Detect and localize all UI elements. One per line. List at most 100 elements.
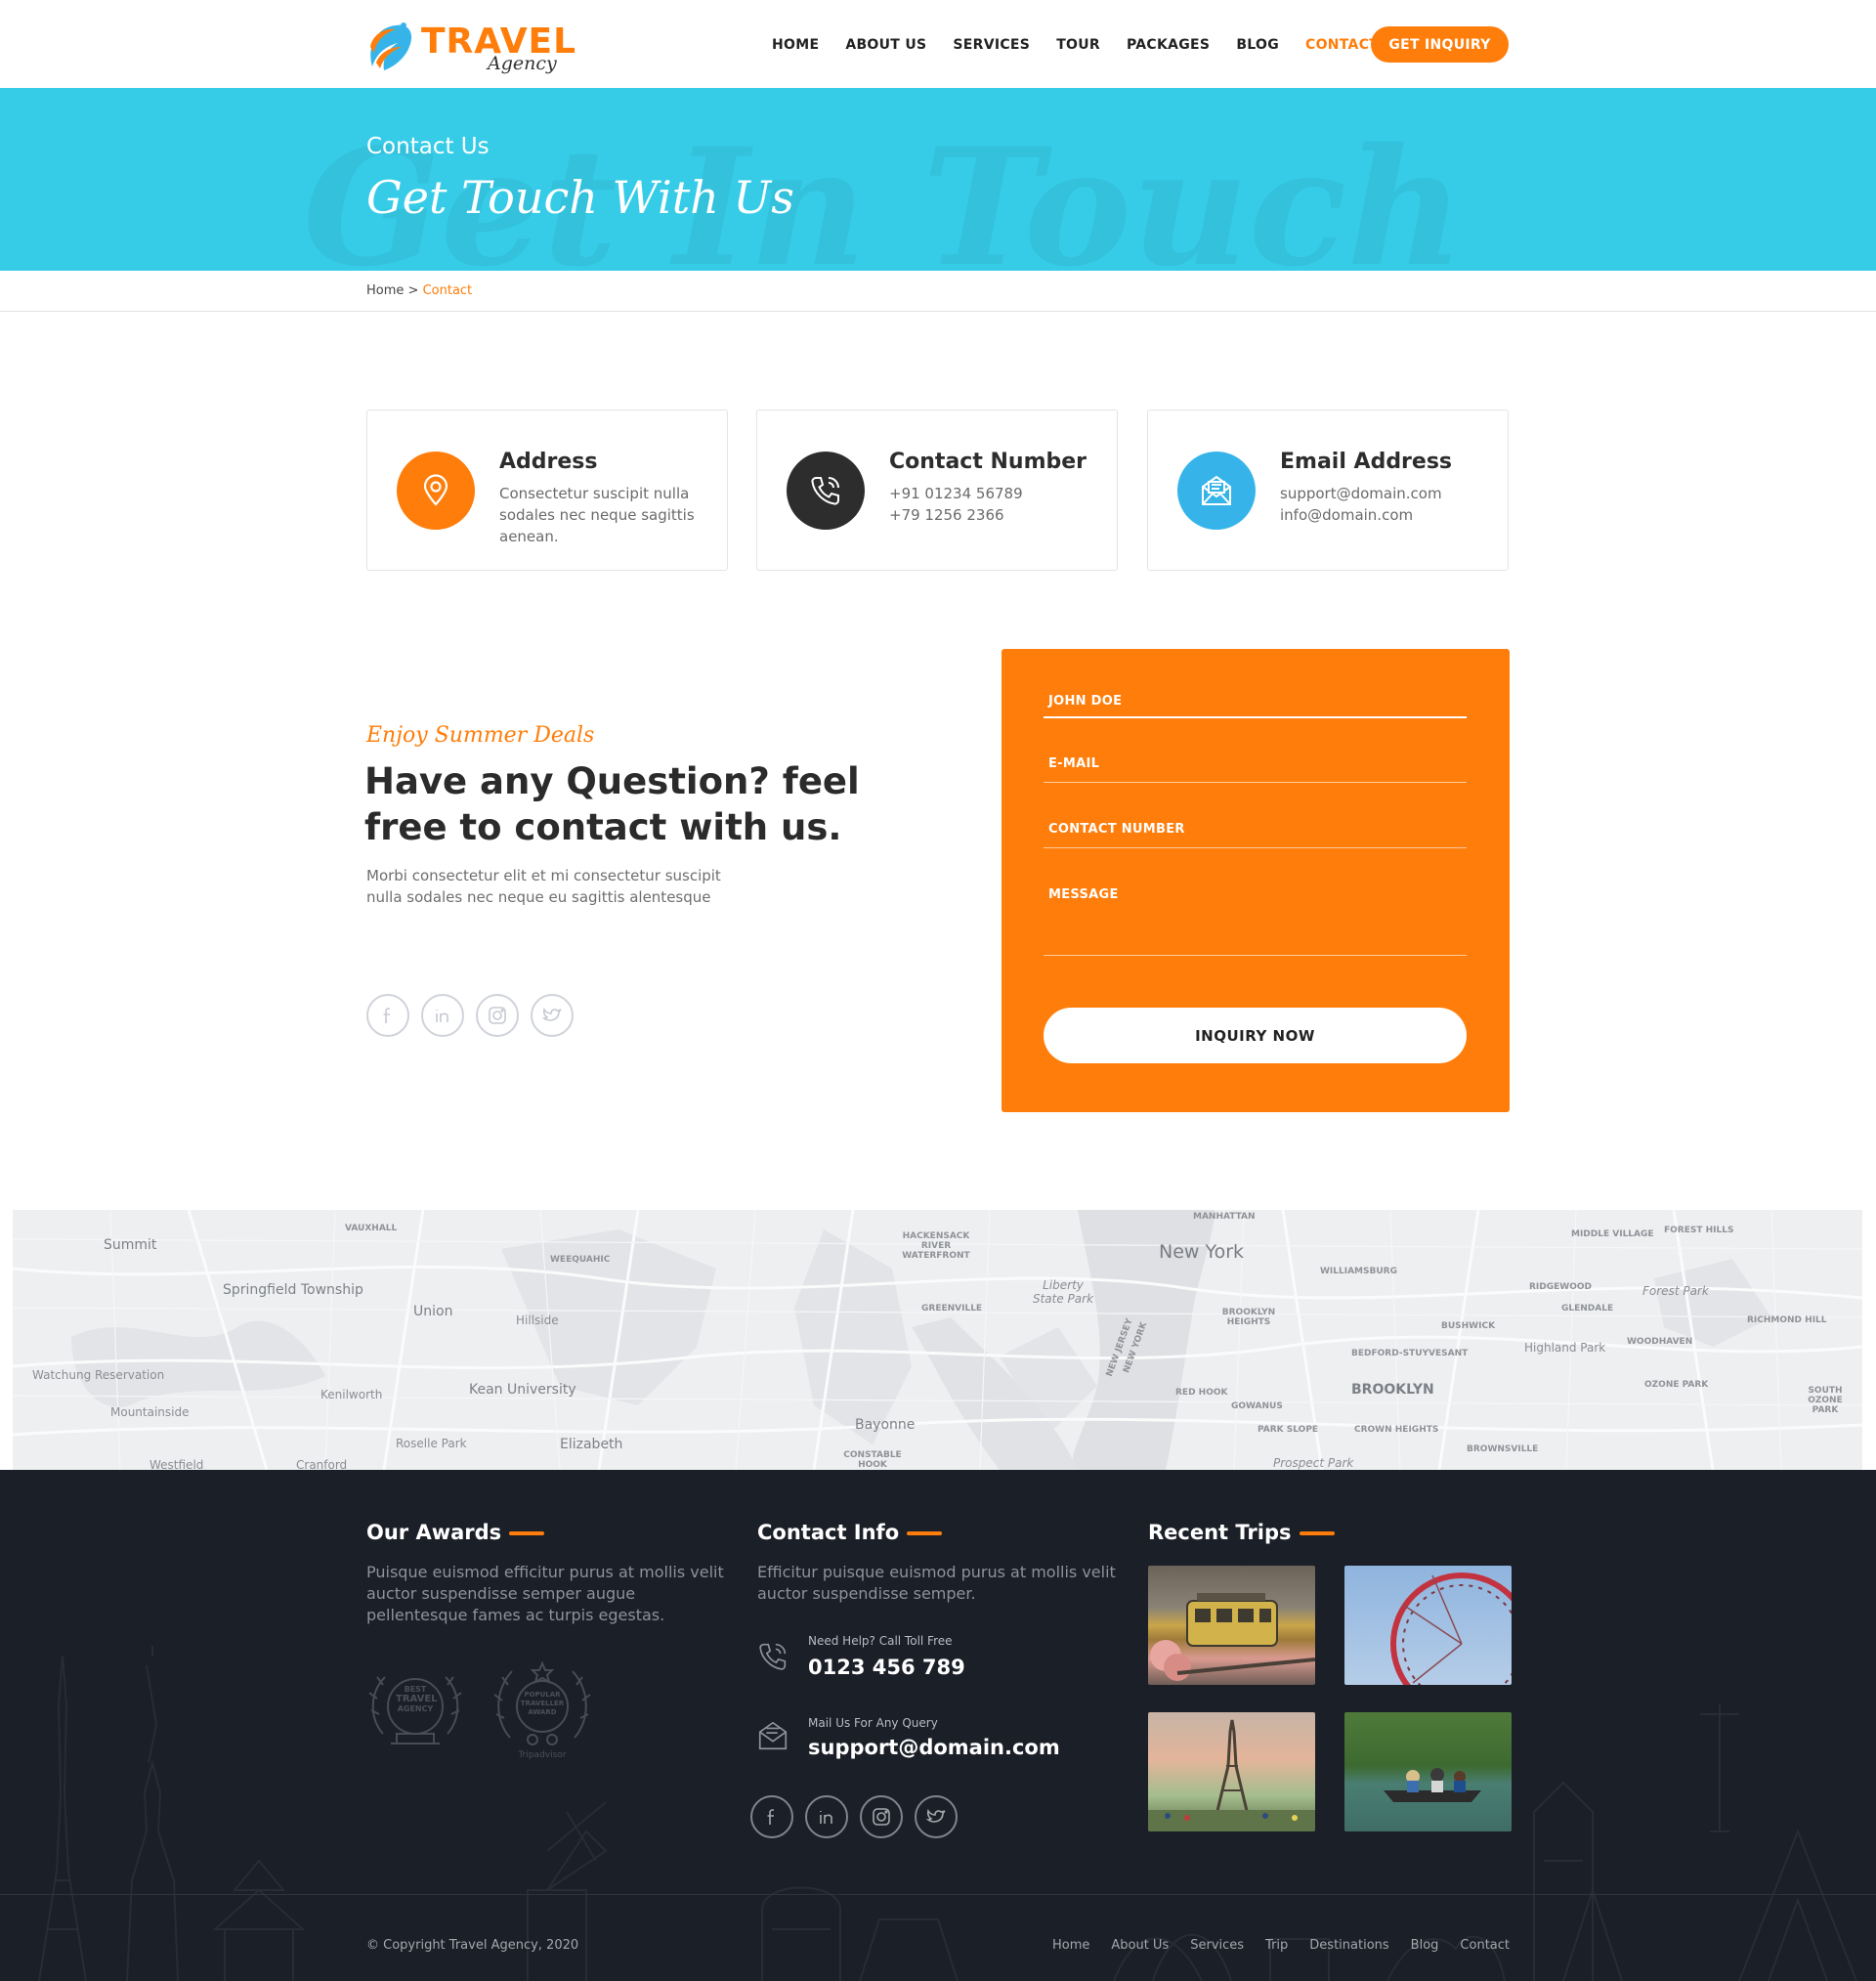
footer-email[interactable]: support@domain.com [808,1736,1060,1759]
contact-number-card: Contact Number +91 01234 56789 +79 1256 … [756,409,1118,571]
breadcrumb-home[interactable]: Home [366,283,404,298]
section-text: Morbi consectetur elit et mi consectetur… [366,867,721,906]
main-nav: HOME ABOUT US SERVICES TOUR PACKAGES BLO… [772,37,1405,57]
name-field[interactable]: JOHN DOE [1044,694,1467,718]
map-label: Forest Park [1642,1284,1709,1298]
map-label: BEDFORD-STUYVESANT [1351,1349,1469,1358]
best-agency-badge: BEST TRAVEL AGENCY [362,1656,469,1763]
map[interactable]: Summit Springfield Township Union Hillsi… [13,1210,1862,1470]
nav-tour[interactable]: TOUR [1056,37,1100,57]
contact-number-text: +91 01234 56789 +79 1256 2366 [889,483,1094,526]
location-pin-icon [397,452,475,530]
title-accent [1299,1531,1335,1535]
map-label: Highland Park [1524,1341,1606,1355]
map-label: HACKENSACK RIVER WATERFRONT [902,1231,970,1261]
instagram-icon[interactable] [476,994,519,1037]
footer-nav-services[interactable]: Services [1190,1938,1244,1953]
map-label: Prospect Park [1273,1456,1354,1470]
breadcrumb-current: Contact [422,283,473,298]
map-label: RIDGEWOOD [1529,1282,1592,1292]
badge-text: POPULAR TRAVELLER AWARD [513,1691,572,1717]
inquiry-now-button[interactable]: INQUIRY NOW [1044,1008,1467,1063]
trip-photo-eiffel-tower[interactable] [1148,1712,1315,1831]
phone-icon [787,452,865,530]
email-field[interactable]: E-MAIL [1044,756,1467,783]
nav-blog[interactable]: BLOG [1236,37,1279,57]
divider [0,311,1876,312]
map-label: SOUTH OZONE PARK [1808,1386,1843,1415]
twitter-icon[interactable] [915,1795,958,1838]
map-label: OZONE PARK [1644,1380,1709,1390]
title-accent [907,1531,943,1535]
get-inquiry-button[interactable]: GET INQUIRY [1371,26,1509,63]
banner-subtitle: Contact Us [366,134,490,159]
nav-about[interactable]: ABOUT US [845,37,926,57]
map-label: MIDDLE VILLAGE [1571,1229,1654,1239]
footer-phone-number[interactable]: 0123 456 789 [808,1656,965,1679]
section-label: Enjoy Summer Deals [366,723,595,748]
map-label: Hillside [516,1313,559,1327]
recent-trips-title-text: Recent Trips [1148,1521,1292,1544]
map-label: Cranford [296,1458,348,1470]
trip-photo-boat[interactable] [1344,1712,1512,1831]
trip-photo-tram[interactable] [1148,1566,1315,1685]
contact-number-title: Contact Number [889,450,1087,474]
footer-social-links [750,1795,958,1838]
breadcrumb-separator: > [407,283,419,298]
nav-services[interactable]: SERVICES [953,37,1030,57]
linkedin-icon[interactable] [421,994,464,1037]
logo[interactable]: TRAVEL Agency [366,14,576,74]
message-field[interactable]: MESSAGE [1044,887,1467,956]
linkedin-icon[interactable] [805,1795,848,1838]
awards-title: Our Awards [366,1521,545,1544]
map-label: WOODHAVEN [1627,1337,1693,1347]
footer-nav-destinations[interactable]: Destinations [1309,1938,1388,1953]
map-label: WEEQUAHIC [550,1255,611,1265]
footer-nav: Home About Us Services Trip Destinations… [1031,1938,1510,1953]
nav-home[interactable]: HOME [772,37,819,57]
contact-info-title: Contact Info [757,1521,943,1544]
contact-number-placeholder: CONTACT NUMBER [1048,822,1185,837]
map-label: Kenilworth [320,1388,383,1401]
map-label: Roselle Park [396,1437,467,1450]
map-label: RED HOOK [1175,1388,1228,1398]
map-label: GOWANUS [1231,1401,1283,1411]
email-line-1[interactable]: support@domain.com [1280,483,1485,504]
title-accent [509,1531,545,1535]
footer-nav-about[interactable]: About Us [1111,1938,1169,1953]
map-label: Union [413,1304,453,1319]
map-label: FOREST HILLS [1664,1226,1734,1235]
phone-number-2[interactable]: +79 1256 2366 [889,504,1094,526]
twitter-icon[interactable] [531,994,574,1037]
map-label: Summit [104,1237,157,1253]
facebook-icon[interactable] [366,994,409,1037]
footer-nav-trip[interactable]: Trip [1265,1938,1288,1953]
contact-number-field[interactable]: CONTACT NUMBER [1044,822,1467,848]
logo-icon [370,22,412,70]
map-label: Liberty State Park [1032,1278,1094,1306]
map-label: New York [1159,1241,1245,1263]
instagram-icon[interactable] [860,1795,903,1838]
trip-photo-ferris-wheel[interactable] [1344,1566,1512,1685]
nav-contact[interactable]: CONTACT [1305,37,1379,57]
map-label: GREENVILLE [921,1304,983,1313]
facebook-icon[interactable] [750,1795,793,1838]
email-line-2[interactable]: info@domain.com [1280,504,1485,526]
address-card: Address Consectetur suscipit nulla sodal… [366,409,728,571]
map-label: MANHATTAN [1193,1212,1256,1222]
name-placeholder: JOHN DOE [1048,694,1123,709]
map-label: Elizabeth [560,1437,623,1452]
footer-nav-blog[interactable]: Blog [1411,1938,1439,1953]
badge-line: AGENCY [397,1704,434,1713]
nav-packages[interactable]: PACKAGES [1127,37,1210,57]
footer-nav-contact[interactable]: Contact [1460,1938,1510,1953]
phone-number-1[interactable]: +91 01234 56789 [889,483,1094,504]
address-text: Consectetur suscipit nulla sodales nec n… [499,483,704,547]
map-label: VAUXHALL [345,1224,398,1233]
email-address-title: Email Address [1280,450,1453,474]
email-placeholder: E-MAIL [1048,756,1100,771]
footer-nav-home[interactable]: Home [1052,1938,1089,1953]
footer-divider [0,1894,1876,1895]
map-label: CROWN HEIGHTS [1354,1425,1439,1435]
contact-info-text: Efficitur puisque euismod purus at molli… [757,1563,1116,1603]
